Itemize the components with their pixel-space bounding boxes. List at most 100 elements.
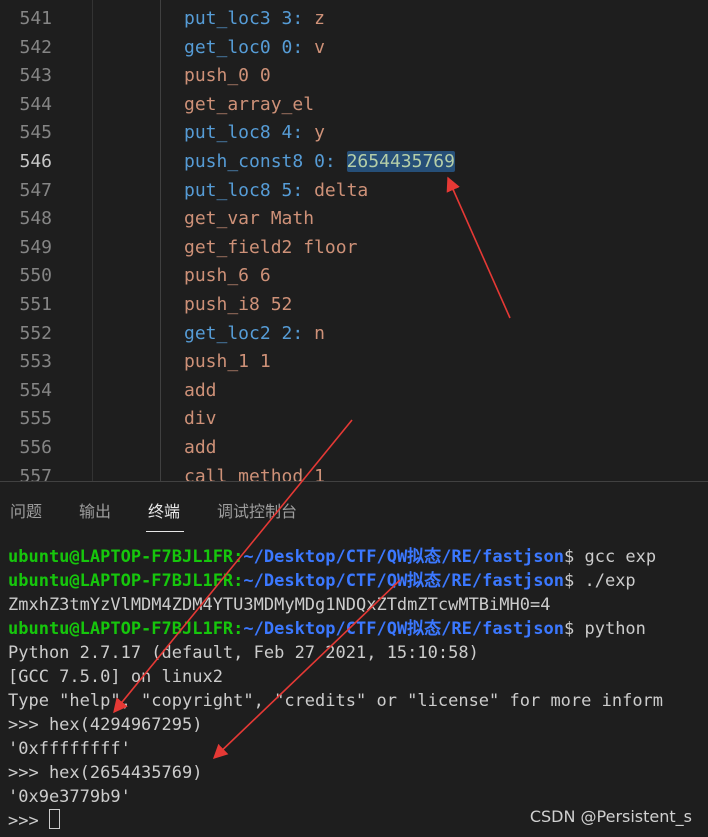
opcode-arg: 1 <box>259 351 271 373</box>
terminal-line: Type "help", "copyright", "credits" or "… <box>8 691 664 711</box>
code-line: 547 put_loc8 5: delta <box>0 177 708 206</box>
line-number: 543 <box>19 65 52 87</box>
line-number: 553 <box>19 351 52 373</box>
opcode: add <box>184 437 217 458</box>
opcode: get_array_el <box>184 93 315 115</box>
command-text: python <box>574 619 646 639</box>
code-line: 544 get_array_el <box>0 91 708 120</box>
operand-name: v <box>314 36 325 58</box>
terminal-path: ~/Desktop/CTF/QW拟态/RE/fastjson <box>243 547 564 567</box>
code-text: get_loc2 2: n <box>184 320 325 349</box>
code-text: put_loc8 5: delta <box>184 177 368 206</box>
operand-name: delta <box>314 179 369 201</box>
code-text: push_const8 0: 2654435769 <box>184 148 455 177</box>
command-text: ./exp <box>574 571 636 591</box>
line-number: 544 <box>19 93 52 115</box>
terminal-line: >>> hex(2654435769) <box>8 763 203 783</box>
line-number: 551 <box>19 294 52 315</box>
tab-terminal[interactable]: 终端 <box>148 498 180 522</box>
line-number: 550 <box>19 265 52 287</box>
code-line: 541 put_loc3 3: z <box>0 5 708 34</box>
opcode-arg: 52 <box>270 294 293 315</box>
line-number: 552 <box>19 322 52 344</box>
python-prompt: >>> <box>8 811 49 831</box>
opcode: put_loc8 <box>184 179 271 201</box>
terminal-user: ubuntu@LAPTOP-F7BJL1FR <box>8 619 234 639</box>
prompt-dollar: $ <box>564 571 575 591</box>
code-text: add <box>184 434 217 463</box>
watermark: CSDN @Persistent_s <box>529 807 692 826</box>
code-line: 555 div <box>0 405 708 434</box>
opcode-arg: 1 <box>314 465 325 481</box>
code-line: 542 get_loc0 0: v <box>0 34 708 63</box>
terminal-user: ubuntu@LAPTOP-F7BJL1FR <box>8 547 234 567</box>
opcode-arg: 5: <box>281 179 304 201</box>
code-text: add <box>184 377 217 406</box>
line-number: 542 <box>19 36 52 58</box>
code-text: get_var Math <box>184 205 314 234</box>
opcode: get_field2 <box>184 236 293 258</box>
code-text: div <box>184 405 217 434</box>
opcode: get_loc2 <box>184 322 271 344</box>
code-text: get_array_el <box>184 91 314 120</box>
terminal-line: ubuntu@LAPTOP-F7BJL1FR:~/Desktop/CTF/QW拟… <box>8 617 646 641</box>
prompt-dollar: $ <box>564 547 575 567</box>
prompt-dollar: $ <box>564 619 575 639</box>
code-line: 553 push_1 1 <box>0 348 708 377</box>
highlighted-constant: 2654435769 <box>346 151 455 172</box>
prompt-colon: : <box>233 547 244 567</box>
command-text: gcc exp <box>574 547 657 567</box>
terminal-cursor <box>48 809 60 829</box>
opcode: push_6 <box>184 265 250 287</box>
opcode-arg: floor <box>303 236 358 258</box>
terminal-line: [GCC 7.5.0] on linux2 <box>8 667 223 687</box>
code-text: put_loc3 3: z <box>184 5 325 34</box>
prompt-colon: : <box>233 571 244 591</box>
line-number: 557 <box>19 465 52 481</box>
operand-name: n <box>314 322 325 344</box>
opcode: put_loc3 <box>184 8 271 29</box>
code-text: push_i8 52 <box>184 291 292 320</box>
terminal-line: '0x9e3779b9' <box>8 787 131 807</box>
tab-debug-console[interactable]: 调试控制台 <box>217 498 297 522</box>
opcode: add <box>184 379 217 401</box>
terminal-line: >>> hex(4294967295) <box>8 715 203 735</box>
code-text: call_method 1 <box>184 463 325 481</box>
opcode: push_0 <box>184 65 250 87</box>
operand-name: z <box>314 8 325 29</box>
opcode-arg: 0: <box>314 151 336 172</box>
line-number: 548 <box>19 208 52 230</box>
code-editor[interactable]: 541 put_loc3 3: z 542 get_loc0 0: v 543 push_… <box>0 0 708 481</box>
opcode-arg: 0 <box>259 65 271 87</box>
tab-output[interactable]: 输出 <box>79 498 111 522</box>
terminal-path: ~/Desktop/CTF/QW拟态/RE/fastjson <box>243 571 564 591</box>
operand-name: y <box>314 122 325 144</box>
opcode-arg: 4: <box>281 122 304 144</box>
terminal-line: '0xffffffff' <box>8 739 131 759</box>
opcode: get_var <box>184 208 260 230</box>
opcode: push_const8 <box>184 151 304 172</box>
code-line: 549 get_field2 floor <box>0 234 708 263</box>
terminal-line: ubuntu@LAPTOP-F7BJL1FR:~/Desktop/CTF/QW拟… <box>8 545 656 569</box>
opcode: push_i8 <box>184 294 260 315</box>
terminal-prompt-line[interactable]: >>> <box>8 809 60 833</box>
opcode: call_method <box>184 465 304 481</box>
code-text: push_0 0 <box>184 62 271 91</box>
terminal-path: ~/Desktop/CTF/QW拟态/RE/fastjson <box>243 619 564 639</box>
line-number: 546 <box>19 151 52 172</box>
terminal-line: Python 2.7.17 (default, Feb 27 2021, 15:… <box>8 643 479 663</box>
tab-problems[interactable]: 问题 <box>10 498 42 522</box>
code-line: 557 call_method 1 <box>0 463 708 481</box>
line-number: 555 <box>19 408 52 430</box>
code-line: 543 push_0 0 <box>0 62 708 91</box>
terminal-line: ubuntu@LAPTOP-F7BJL1FR:~/Desktop/CTF/QW拟… <box>8 569 636 593</box>
opcode: put_loc8 <box>184 122 271 144</box>
opcode-arg: 6 <box>259 265 271 287</box>
code-line: 556 add <box>0 434 708 463</box>
code-text: put_loc8 4: y <box>184 119 325 148</box>
terminal-user: ubuntu@LAPTOP-F7BJL1FR <box>8 571 234 591</box>
line-number: 556 <box>19 437 52 458</box>
code-text: get_field2 floor <box>184 234 357 263</box>
terminal-line: ZmxhZ3tmYzVlMDM4ZDM4YTU3MDMyMDg1NDQxZTdm… <box>8 595 551 615</box>
code-line: 548 get_var Math <box>0 205 708 234</box>
